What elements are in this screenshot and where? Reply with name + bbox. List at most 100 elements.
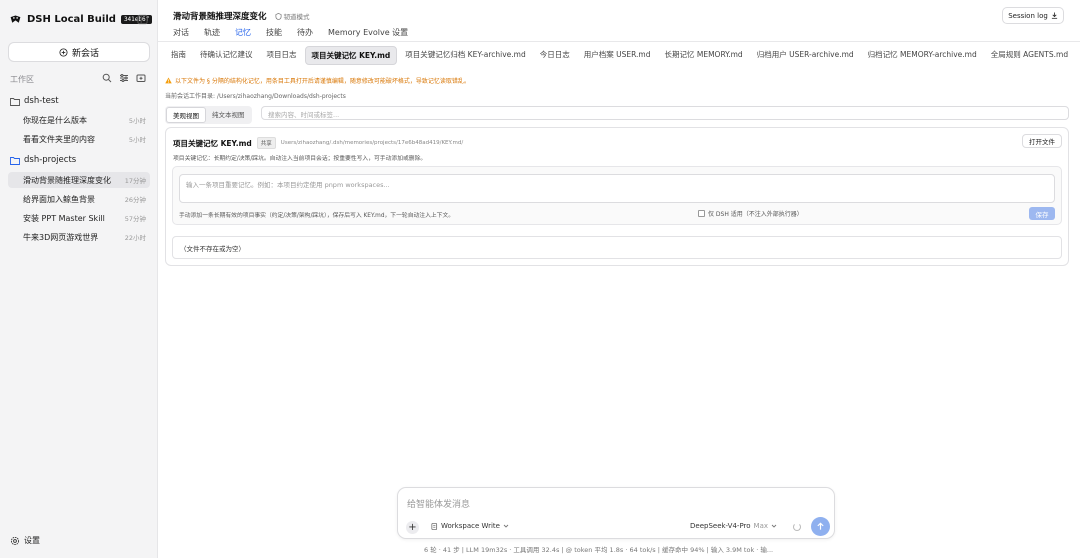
new-chat-button[interactable]: 新会话 xyxy=(8,42,150,62)
warning-text: 以下文件为 § 分隔的结构化记忆，用条目工具打开后请谨慎编辑，随意修改可能破坏格… xyxy=(175,78,470,85)
file-tab-memory[interactable]: 长期记忆 MEMORY.md xyxy=(658,46,748,65)
file-path: Users/zihaozhang/.dsh/memories/projects/… xyxy=(280,140,464,146)
card-header: 项目关键记忆 KEY.md 共享 Users/zihaozhang/.dsh/m… xyxy=(173,137,463,149)
session-time: 5小时 xyxy=(128,117,146,125)
file-tab-today-log[interactable]: 今日日志 xyxy=(534,46,576,65)
brand-name: DSH Local Build xyxy=(27,14,116,25)
warning-notice: 以下文件为 § 分隔的结构化记忆，用条目工具打开后请谨慎编辑，随意修改可能破坏格… xyxy=(165,76,470,85)
memory-file-card: 项目关键记忆 KEY.md 共享 Users/zihaozhang/.dsh/m… xyxy=(165,127,1069,266)
session-item[interactable]: 安装 PPT Master Skill 57分钟 xyxy=(8,210,150,226)
mode-label: 韧道模式 xyxy=(283,13,310,21)
document-edit-icon xyxy=(431,522,438,530)
cwd-label: 当前会话工作目录: /Users/zihaozhang/Downloads/ds… xyxy=(165,93,346,100)
file-tab-user[interactable]: 用户档案 USER.md xyxy=(578,46,657,65)
settings-label: 设置 xyxy=(24,536,40,545)
tab-memory-evolve[interactable]: Memory Evolve 设置 xyxy=(328,27,408,42)
session-time: 57分钟 xyxy=(124,215,146,223)
save-button[interactable]: 保存 xyxy=(1029,207,1055,220)
plus-icon: + xyxy=(408,521,417,533)
plus-circle-icon xyxy=(59,47,68,57)
workspace-group-name: dsh-test xyxy=(24,96,59,106)
warning-icon xyxy=(165,77,172,84)
shield-icon xyxy=(275,12,281,20)
file-tab-key[interactable]: 项目关键记忆 KEY.md xyxy=(304,46,398,65)
memory-file-tabs: 指南 待确认记忆建议 项目日志 项目关键记忆 KEY.md 项目关键记忆归档 K… xyxy=(165,46,1076,65)
session-time: 17分钟 xyxy=(124,177,146,185)
session-title: 牛来3D网页游戏世界 xyxy=(23,232,99,242)
memory-search-input[interactable]: 搜索内容、时间或标签... xyxy=(261,106,1069,120)
mode-toggle[interactable]: 韧道模式 xyxy=(275,11,310,21)
tab-todo[interactable]: 待办 xyxy=(297,27,313,42)
sidebar-toggle-icon[interactable] xyxy=(137,14,148,25)
file-tab-user-archive[interactable]: 归档用户 USER-archive.md xyxy=(751,46,860,65)
main-panel: 滑动背景随推理深度变化 韧道模式 对话 轨迹 记忆 技能 待办 Memory E… xyxy=(158,0,1080,558)
view-toggle: 美观视图 纯文本视图 xyxy=(165,106,252,124)
arrow-up-icon xyxy=(817,522,824,530)
tab-skills[interactable]: 技能 xyxy=(266,27,282,42)
sidebar: DSH Local Build 341eb6f 新会话 工作区 dsh-test… xyxy=(0,0,158,558)
search-icon[interactable] xyxy=(102,73,112,83)
workspace-mode-label: Workspace Write xyxy=(441,522,500,530)
file-content-empty: （文件不存在或为空） xyxy=(172,236,1062,259)
page-title: 滑动背景随推理深度变化 xyxy=(173,12,267,22)
workspace-group[interactable]: dsh-test xyxy=(10,96,59,106)
workspace-group-name: dsh-projects xyxy=(24,155,77,165)
session-title: 给界面加入鲸鱼背景 xyxy=(23,194,95,204)
session-title: 安装 PPT Master Skill xyxy=(23,213,105,223)
file-tab-key-archive[interactable]: 项目关键记忆归档 KEY-archive.md xyxy=(399,46,531,65)
session-time: 26分钟 xyxy=(124,196,146,204)
model-select[interactable]: DeepSeek-V4-Pro Max xyxy=(690,522,777,530)
settings-button[interactable]: 设置 xyxy=(10,535,40,546)
card-title: 项目关键记忆 KEY.md xyxy=(173,138,252,148)
session-item-active[interactable]: 滑动背景随推理深度变化 17分钟 xyxy=(8,172,150,188)
memory-textarea[interactable]: 输入一条项目重要记忆。例如：本项目约定使用 pnpm workspaces... xyxy=(179,174,1055,203)
tab-memory[interactable]: 记忆 xyxy=(235,27,251,42)
workspace-group[interactable]: dsh-projects xyxy=(10,155,76,165)
send-button[interactable] xyxy=(811,517,830,536)
folder-icon xyxy=(10,97,20,106)
new-folder-icon[interactable] xyxy=(136,73,146,83)
workspace-tools xyxy=(102,73,146,83)
file-tab-agents[interactable]: 全局规则 AGENTS.md xyxy=(985,46,1074,65)
chevron-down-icon xyxy=(503,524,509,528)
shared-badge: 共享 xyxy=(256,137,276,149)
session-time: 5小时 xyxy=(128,136,146,144)
gear-icon xyxy=(10,536,20,545)
file-tab-guide[interactable]: 指南 xyxy=(165,46,192,65)
session-item[interactable]: 牛来3D网页游戏世界 22小时 xyxy=(8,229,150,245)
tab-trajectory[interactable]: 轨迹 xyxy=(204,27,220,42)
filter-icon[interactable] xyxy=(119,73,129,83)
open-file-button[interactable]: 打开文件 xyxy=(1022,134,1062,148)
chevron-down-icon xyxy=(771,524,777,528)
session-item[interactable]: 给界面加入鲸鱼背景 26分钟 xyxy=(8,191,150,207)
add-memory-hint: 手动添加一条长期有效的项目事实（约定/决策/架构/踩坑），保存后写入 KEY.m… xyxy=(179,213,455,219)
model-name: DeepSeek-V4-Pro xyxy=(690,522,751,530)
file-tab-memory-archive[interactable]: 归档记忆 MEMORY-archive.md xyxy=(862,46,983,65)
message-input[interactable]: 给智能体发消息 xyxy=(407,497,470,510)
session-item[interactable]: 看看文件夹里的内容 5小时 xyxy=(8,131,150,147)
raw-view-button[interactable]: 纯文本视图 xyxy=(206,107,251,123)
session-item[interactable]: 你现在是什么版本 5小时 xyxy=(8,112,150,128)
brand: DSH Local Build 341eb6f xyxy=(9,13,153,26)
model-tier: Max xyxy=(753,522,769,530)
card-description: 项目关键记忆：长期约定/决策/踩坑。自动注入当前项目会话；按重要性写入，可手动添… xyxy=(173,156,427,162)
dsh-logo-icon xyxy=(10,15,21,23)
add-memory-panel: 输入一条项目重要记忆。例如：本项目约定使用 pnpm workspaces...… xyxy=(172,166,1062,225)
top-tabs: 对话 轨迹 记忆 技能 待办 Memory Evolve 设置 xyxy=(173,27,423,42)
tab-chat[interactable]: 对话 xyxy=(173,27,189,42)
message-composer: 给智能体发消息 + Workspace Write DeepSeek-V4-Pr… xyxy=(397,487,835,539)
download-icon xyxy=(1051,12,1057,19)
session-log-button[interactable]: Session log xyxy=(1002,7,1064,24)
workspace-mode-select[interactable]: Workspace Write xyxy=(431,522,509,530)
session-title: 你现在是什么版本 xyxy=(23,115,87,125)
loading-spinner-icon xyxy=(793,523,801,531)
session-title: 看看文件夹里的内容 xyxy=(23,134,95,144)
title-row: 滑动背景随推理深度变化 韧道模式 xyxy=(173,10,310,22)
pretty-view-button[interactable]: 美观视图 xyxy=(166,107,206,123)
dsh-only-checkbox[interactable] xyxy=(698,210,705,217)
file-tab-pending[interactable]: 待确认记忆建议 xyxy=(194,46,259,65)
file-tab-project-log[interactable]: 项目日志 xyxy=(261,46,303,65)
dsh-only-option[interactable]: 仅 DSH 适用（不注入外部执行器） xyxy=(698,209,803,218)
attach-button[interactable]: + xyxy=(406,521,419,534)
new-chat-label: 新会话 xyxy=(71,48,99,59)
